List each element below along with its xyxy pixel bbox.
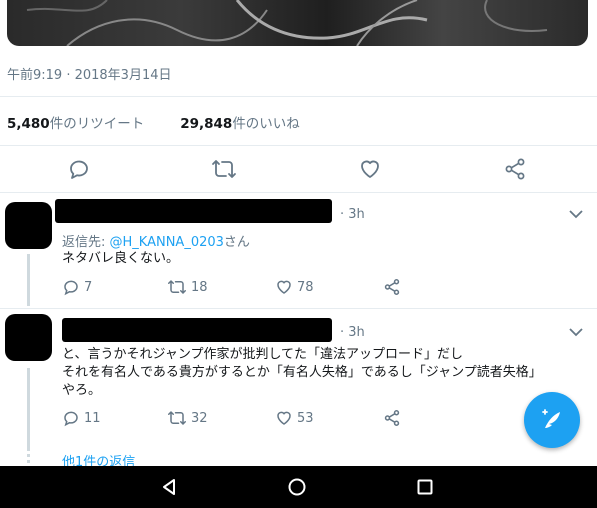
share-button[interactable] [501, 155, 529, 183]
reply-text-line: ネタバレ良くない。 [62, 251, 180, 266]
reply-time: · 3h [340, 207, 365, 222]
like-count: 29,848 [180, 116, 233, 132]
recents-square-icon [417, 479, 433, 495]
reply-button[interactable] [65, 155, 93, 183]
share-icon [505, 158, 525, 180]
reply-tweet[interactable]: · 3h 返信先: @H_KANNA_0203さん ネタバレ良くない。 7 18… [0, 196, 597, 306]
system-nav-bar [0, 466, 597, 508]
divider [0, 308, 597, 309]
like-stat[interactable]: 29,848件のいいね [180, 112, 300, 132]
back-triangle-icon [163, 479, 175, 495]
reply-text: と、言うかそれジャンプ作家が批判してた「違法アップロード」だし それを有名人であ… [62, 346, 542, 400]
tweet-timestamp: 午前9:19 · 2018年3月14日 [7, 68, 172, 83]
reply-icon [64, 280, 78, 296]
redacted-username[interactable] [62, 318, 332, 342]
share-icon [384, 410, 400, 426]
reply-count: 11 [84, 410, 101, 426]
like-label: 件のいいね [232, 116, 300, 132]
home-button[interactable] [285, 475, 309, 499]
reply-reply-button[interactable]: 7 [62, 278, 92, 296]
avatar[interactable] [5, 314, 52, 361]
home-circle-icon [288, 478, 306, 496]
like-button[interactable] [356, 155, 384, 183]
reply-share-button[interactable] [383, 409, 401, 427]
tweet-image[interactable] [7, 0, 588, 46]
thread-line [27, 254, 30, 306]
thread-line [27, 368, 30, 448]
retweet-count: 5,480 [7, 116, 50, 132]
reply-to-handle[interactable]: @H_KANNA_0203 [110, 235, 224, 250]
reply-text-line: やろ。 [62, 383, 102, 398]
heart-icon [277, 411, 291, 425]
reply-retweet-button[interactable]: 18 [167, 278, 208, 296]
reply-share-button[interactable] [383, 278, 401, 296]
retweet-count: 18 [191, 279, 208, 295]
retweet-icon [168, 410, 186, 426]
retweet-stat[interactable]: 5,480件のリツイート [7, 112, 144, 132]
retweet-count: 32 [191, 410, 208, 426]
back-button[interactable] [157, 475, 181, 499]
chevron-down-icon[interactable] [568, 208, 584, 220]
compose-feather-icon [542, 409, 560, 428]
redacted-username[interactable] [55, 199, 332, 223]
reply-icon [70, 160, 88, 179]
like-count: 78 [297, 279, 314, 295]
thread-dots [27, 448, 30, 464]
tweet-action-bar [0, 155, 597, 183]
like-count: 53 [297, 410, 314, 426]
reply-count: 7 [84, 279, 93, 295]
avatar[interactable] [5, 202, 52, 249]
reply-to-line: 返信先: @H_KANNA_0203さん [62, 231, 250, 250]
reply-text-line: と、言うかそれジャンプ作家が批判してた「違法アップロード」だし [62, 347, 464, 362]
chevron-down-icon[interactable] [568, 326, 584, 338]
reply-time: · 3h [340, 325, 365, 340]
retweet-label: 件のリツイート [49, 116, 145, 132]
reply-tweet[interactable]: · 3h と、言うかそれジャンプ作家が批判してた「違法アップロード」だし それを… [0, 312, 597, 452]
share-icon [384, 279, 400, 295]
reply-to-suffix: さん [223, 235, 250, 250]
reply-text-line: それを有名人である貴方がするとか「有名人失格」であるし「ジャンプ読者失格」 [62, 365, 542, 380]
reply-text: ネタバレ良くない。 [62, 250, 179, 268]
reply-like-button[interactable]: 53 [275, 409, 314, 427]
reply-retweet-button[interactable]: 32 [167, 409, 208, 427]
divider [0, 192, 597, 193]
divider [0, 96, 597, 97]
reply-icon [64, 411, 78, 427]
heart-icon [277, 280, 291, 294]
heart-icon [361, 160, 379, 178]
tweet-stats: 5,480件のリツイート 29,848件のいいね [7, 112, 300, 132]
recents-button[interactable] [413, 475, 437, 499]
divider [0, 145, 597, 146]
reply-like-button[interactable]: 78 [275, 278, 314, 296]
reply-to-prefix: 返信先: [62, 235, 110, 250]
retweet-button[interactable] [210, 155, 238, 183]
reply-reply-button[interactable]: 11 [62, 409, 101, 427]
retweet-icon [168, 279, 186, 295]
compose-tweet-button[interactable] [524, 392, 580, 448]
retweet-icon [212, 160, 236, 178]
